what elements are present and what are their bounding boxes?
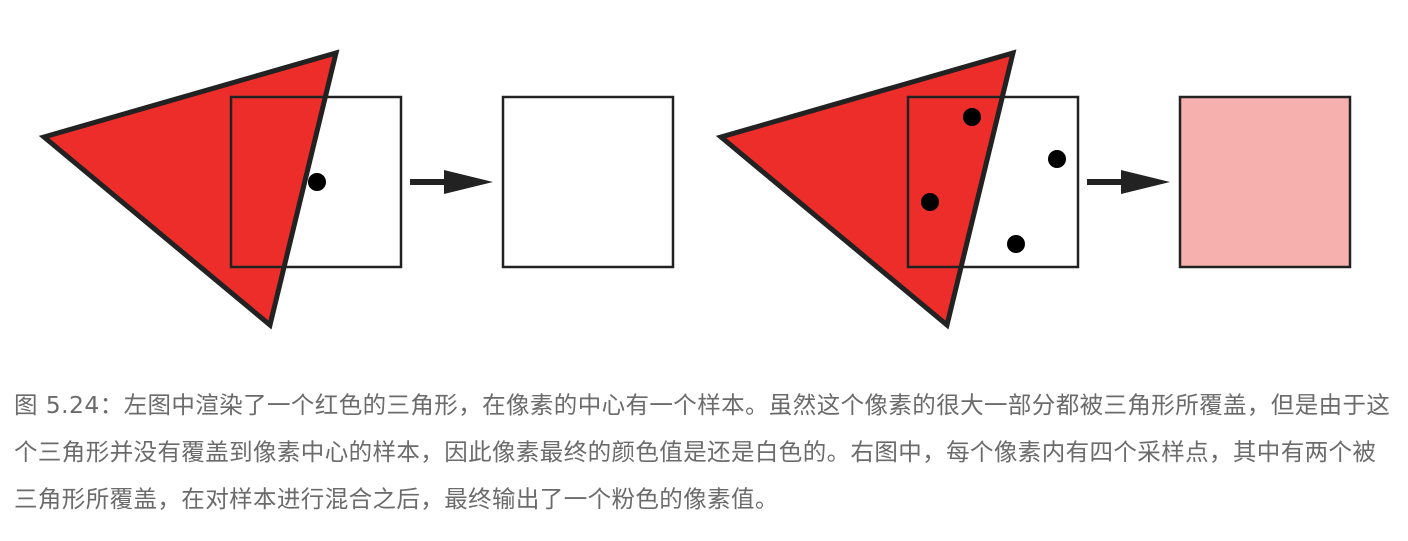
- antialiasing-diagram: [38, 49, 1352, 330]
- sample-point-uncovered: [1007, 235, 1025, 253]
- right-panel: [715, 49, 1352, 330]
- figure-caption: 图 5.24：左图中渲染了一个红色的三角形，在像素的中心有一个样本。虽然这个像素…: [14, 391, 1391, 513]
- sample-point-covered: [963, 108, 981, 126]
- red-triangle: [715, 49, 1017, 330]
- arrow-icon: [410, 170, 493, 194]
- pixel-center-sample: [308, 173, 326, 191]
- red-triangle: [38, 49, 340, 330]
- left-panel: [38, 49, 675, 330]
- result-pixel-white: [501, 95, 675, 269]
- sample-point-covered: [921, 193, 939, 211]
- arrow-icon: [1087, 170, 1170, 194]
- result-pixel-pink: [1178, 95, 1352, 269]
- sample-point-uncovered: [1048, 150, 1066, 168]
